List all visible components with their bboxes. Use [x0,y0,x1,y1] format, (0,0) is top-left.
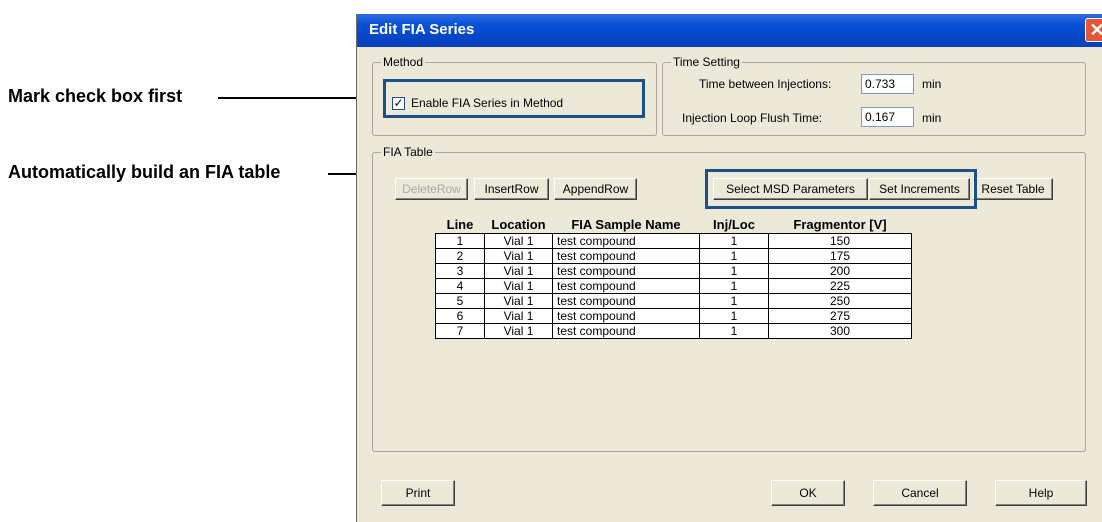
time-between-label: Time between Injections: [699,77,832,91]
fia-table-group-label: FIA Table [381,145,435,159]
cell-line[interactable]: 3 [435,263,485,279]
cancel-button[interactable]: Cancel [873,480,967,506]
time-between-unit: min [922,77,942,91]
flush-time-unit: min [922,111,942,125]
table-row[interactable]: 7 Vial 1 test compound 1 300 [435,323,912,339]
cell-line[interactable]: 1 [435,233,485,249]
method-group: Method ✓ Enable FIA Series in Method [372,55,657,136]
time-setting-group-label: Time Setting [671,55,742,69]
cell-sample-name[interactable]: test compound [552,308,700,324]
insert-row-button[interactable]: InsertRow [474,178,549,200]
cell-location[interactable]: Vial 1 [484,323,553,339]
method-group-label: Method [381,55,426,69]
cell-sample-name[interactable]: test compound [552,248,700,264]
select-msd-parameters-button[interactable]: Select MSD Parameters [713,178,868,200]
cell-location[interactable]: Vial 1 [484,278,553,294]
table-row[interactable]: 6 Vial 1 test compound 1 275 [435,308,912,324]
time-between-input[interactable] [861,74,914,94]
cell-sample-name[interactable]: test compound [552,263,700,279]
edit-fia-series-dialog: Edit FIA Series ✕ Method ✓ Enable FIA Se… [356,14,1102,522]
print-button[interactable]: Print [381,480,455,506]
table-header-row: Line Location FIA Sample Name Inj/Loc Fr… [436,215,912,234]
cell-location[interactable]: Vial 1 [484,248,553,264]
cell-inj-loc[interactable]: 1 [699,233,769,249]
cell-line[interactable]: 7 [435,323,485,339]
fia-series-table: Line Location FIA Sample Name Inj/Loc Fr… [435,215,912,339]
cell-line[interactable]: 4 [435,278,485,294]
close-icon: ✕ [1089,20,1102,40]
col-header-line: Line [446,216,474,232]
cell-inj-loc[interactable]: 1 [699,293,769,309]
cell-fragmentor[interactable]: 250 [768,293,912,309]
enable-fia-label[interactable]: Enable FIA Series in Method [411,96,563,110]
help-button[interactable]: Help [995,480,1087,506]
table-row[interactable]: 5 Vial 1 test compound 1 250 [435,293,912,309]
cell-line[interactable]: 2 [435,248,485,264]
title-bar[interactable]: Edit FIA Series ✕ [357,14,1102,47]
cell-location[interactable]: Vial 1 [484,308,553,324]
cell-line[interactable]: 6 [435,308,485,324]
time-setting-group: Time Setting Time between Injections: mi… [662,55,1086,136]
cell-inj-loc[interactable]: 1 [699,248,769,264]
col-header-fragmentor: Fragmentor [V] [793,216,887,232]
table-row[interactable]: 2 Vial 1 test compound 1 175 [435,248,912,264]
table-row[interactable]: 4 Vial 1 test compound 1 225 [435,278,912,294]
delete-row-button[interactable]: DeleteRow [395,178,468,200]
close-button[interactable]: ✕ [1085,18,1102,42]
cell-location[interactable]: Vial 1 [484,293,553,309]
cell-fragmentor[interactable]: 300 [768,323,912,339]
col-header-inj-loc: Inj/Loc [713,216,755,232]
cell-inj-loc[interactable]: 1 [699,263,769,279]
cell-fragmentor[interactable]: 225 [768,278,912,294]
append-row-button[interactable]: AppendRow [554,178,637,200]
cell-fragmentor[interactable]: 175 [768,248,912,264]
col-header-location: Location [491,216,546,232]
reset-table-button[interactable]: Reset Table [973,178,1053,200]
window-title: Edit FIA Series [369,21,475,38]
cell-fragmentor[interactable]: 150 [768,233,912,249]
cell-sample-name[interactable]: test compound [552,293,700,309]
flush-time-input[interactable] [861,107,914,127]
enable-fia-checkbox[interactable]: ✓ [392,97,405,110]
ok-button[interactable]: OK [771,480,845,506]
cell-inj-loc[interactable]: 1 [699,323,769,339]
cell-fragmentor[interactable]: 275 [768,308,912,324]
cell-sample-name[interactable]: test compound [552,323,700,339]
cell-sample-name[interactable]: test compound [552,233,700,249]
set-increments-button[interactable]: Set Increments [869,178,970,200]
cell-line[interactable]: 5 [435,293,485,309]
cell-fragmentor[interactable]: 200 [768,263,912,279]
table-row[interactable]: 3 Vial 1 test compound 1 200 [435,263,912,279]
cell-location[interactable]: Vial 1 [484,233,553,249]
cell-inj-loc[interactable]: 1 [699,308,769,324]
callout-build-table: Automatically build an FIA table [8,162,281,182]
table-row[interactable]: 1 Vial 1 test compound 1 150 [435,233,912,249]
flush-time-label: Injection Loop Flush Time: [682,111,823,125]
col-header-sample-name: FIA Sample Name [571,216,681,232]
cell-sample-name[interactable]: test compound [552,278,700,294]
callout-mark-checkbox: Mark check box first [8,86,183,106]
cell-location[interactable]: Vial 1 [484,263,553,279]
cell-inj-loc[interactable]: 1 [699,278,769,294]
